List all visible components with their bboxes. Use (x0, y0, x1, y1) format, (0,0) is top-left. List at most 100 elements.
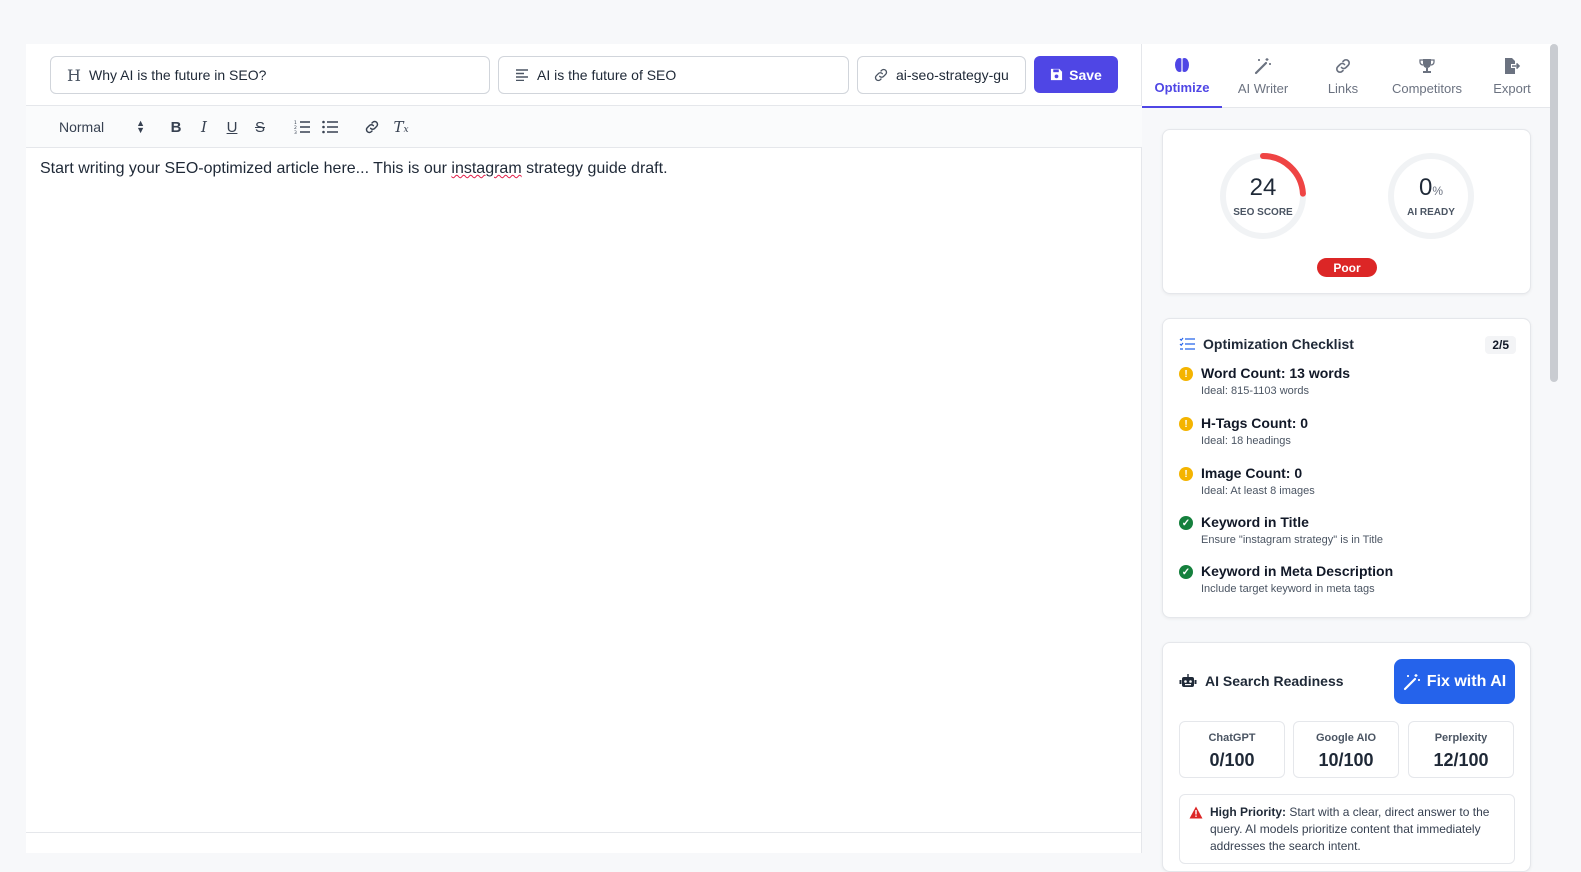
checklist-item: ! H-Tags Count: 0 Ideal: 18 headings (1179, 415, 1308, 447)
title-value: Why AI is the future in SEO? (89, 67, 267, 83)
seo-score-label: SEO SCORE (1233, 207, 1293, 218)
engine-score-google-aio: Google AIO 10/100 (1293, 721, 1399, 778)
link-icon (1336, 58, 1350, 73)
tab-optimize[interactable]: Optimize (1142, 44, 1222, 108)
svg-text:3: 3 (294, 130, 297, 134)
format-toolbar: Normal ▲ ▼ B I U S 123 Tx (26, 106, 1142, 148)
clear-format-icon: Tx (393, 118, 409, 136)
warning-icon: ! (1179, 467, 1193, 481)
engine-score: 10/100 (1318, 750, 1374, 770)
score-status-badge: Poor (1317, 258, 1377, 277)
robot-icon (1179, 674, 1197, 687)
tab-label: Optimize (1154, 79, 1210, 95)
checklist-item: ✓ Keyword in Meta Description Include tar… (1179, 563, 1393, 595)
tab-links[interactable]: Links (1304, 44, 1382, 108)
checklist-item-title: Keyword in Title (1201, 514, 1309, 530)
magic-wand-icon (1254, 57, 1271, 74)
heading-icon: H (67, 65, 81, 85)
ai-search-readiness-card: AI Search Readiness Fix with AI ChatGPT … (1162, 642, 1531, 872)
seo-side-panel: Optimize AI Writer Links Competitors Exp… (1142, 44, 1552, 872)
floppy-disk-icon (1051, 68, 1063, 81)
underline-button[interactable]: U (222, 106, 242, 148)
checklist-item-sub: Ideal: 18 headings (1201, 435, 1291, 447)
italic-button[interactable]: I (194, 106, 214, 148)
engine-score: 0/100 (1209, 750, 1255, 770)
check-circle-icon: ✓ (1179, 565, 1193, 579)
checklist-header: Optimization Checklist (1179, 336, 1354, 352)
engine-score-perplexity: Perplexity 12/100 (1408, 721, 1514, 778)
editor-pane: H Why AI is the future in SEO? AI is the… (26, 44, 1142, 853)
optimization-checklist-card: Optimization Checklist 2/5 ! Word Count:… (1162, 318, 1531, 618)
meta-description-field[interactable]: AI is the future of SEO (498, 56, 849, 94)
ordered-list-button[interactable]: 123 (292, 106, 312, 148)
ai-readiness-header: AI Search Readiness (1179, 673, 1344, 689)
tab-competitors[interactable]: Competitors (1382, 44, 1472, 108)
save-label: Save (1069, 66, 1102, 83)
bold-button[interactable]: B (166, 106, 186, 148)
slug-value: ai-seo-strategy-gu (896, 67, 1009, 83)
link-icon (872, 67, 890, 83)
editor-topbar: H Why AI is the future in SEO? AI is the… (26, 44, 1142, 106)
brain-icon (1175, 57, 1189, 72)
seo-score-ring: 24 SEO SCORE (1219, 152, 1307, 240)
high-priority-alert: High Priority: Start with a clear, direc… (1179, 794, 1515, 864)
alert-label: High Priority: (1210, 805, 1287, 819)
page-scrollbar[interactable] (1550, 44, 1558, 382)
underline-icon: U (226, 118, 238, 136)
meta-description-value: AI is the future of SEO (537, 67, 677, 83)
editor-bottom-divider (26, 832, 1142, 833)
checklist-item-sub: Include target keyword in meta tags (1201, 583, 1375, 595)
tab-label: Export (1493, 80, 1531, 96)
tab-label: Competitors (1391, 80, 1463, 96)
trophy-icon (1419, 58, 1435, 73)
editor-content[interactable]: Start writing your SEO-optimized article… (40, 160, 668, 178)
ai-ready-value: 0% (1418, 174, 1444, 201)
fix-with-ai-button[interactable]: Fix with AI (1394, 659, 1515, 704)
checklist-item: ! Image Count: 0 Ideal: At least 8 images (1179, 465, 1315, 497)
tab-ai-writer[interactable]: AI Writer (1222, 44, 1304, 108)
tab-export[interactable]: Export (1472, 44, 1552, 108)
checklist-item-title: H-Tags Count: 0 (1201, 415, 1309, 431)
fix-with-ai-label: Fix with AI (1426, 672, 1507, 690)
text-style-value: Normal (59, 119, 105, 135)
checklist-item-title: Word Count: 13 words (1201, 365, 1351, 381)
bold-icon: B (170, 118, 182, 136)
strike-button[interactable]: S (250, 106, 270, 148)
engine-name: ChatGPT (1208, 732, 1256, 744)
warning-triangle-icon (1189, 806, 1203, 819)
ai-readiness-title: AI Search Readiness (1205, 673, 1344, 689)
seo-score-value: 24 (1249, 174, 1277, 201)
tab-label: Links (1327, 80, 1359, 96)
checklist-item-title: Keyword in Meta Description (1201, 563, 1394, 579)
check-circle-icon: ✓ (1179, 516, 1193, 530)
insert-link-button[interactable] (362, 106, 382, 148)
save-button[interactable]: Save (1034, 56, 1118, 93)
ordered-list-icon: 123 (294, 120, 310, 134)
checklist-item: ✓ Keyword in Title Ensure "instagram stra… (1179, 514, 1383, 546)
checklist-count: 2/5 (1485, 336, 1516, 354)
checklist-item: ! Word Count: 13 words Ideal: 815-1103 wo… (1179, 365, 1350, 397)
content-text-start: Start writing your SEO-optimized article… (40, 160, 452, 177)
strikethrough-icon: S (254, 118, 265, 136)
app: H Why AI is the future in SEO? AI is the… (26, 44, 1567, 872)
title-field[interactable]: H Why AI is the future in SEO? (50, 56, 490, 94)
checklist-icon (1179, 337, 1195, 350)
misspelled-word: instagram (451, 160, 522, 177)
bullet-list-button[interactable] (320, 106, 340, 148)
checklist-title: Optimization Checklist (1203, 336, 1354, 352)
ai-ready-label: AI READY (1407, 207, 1455, 218)
clear-format-button[interactable]: Tx (390, 106, 412, 148)
content-text-end: strategy guide draft. (521, 160, 668, 177)
checklist-item-sub: Ideal: 815-1103 words (1201, 385, 1310, 397)
link-icon (365, 120, 379, 134)
text-style-select[interactable]: Normal ▲ ▼ (59, 106, 145, 148)
score-card: 24 SEO SCORE 0% AI READY Poor (1162, 129, 1531, 294)
align-left-icon (513, 69, 531, 81)
engine-score-chatgpt: ChatGPT 0/100 (1179, 721, 1285, 778)
checklist-item-title: Image Count: 0 (1201, 465, 1303, 481)
bullet-list-icon (322, 120, 338, 134)
select-arrows-icon: ▲ ▼ (136, 118, 145, 135)
engine-name: Google AIO (1315, 732, 1377, 744)
ai-ready-ring: 0% AI READY (1387, 152, 1475, 240)
slug-field[interactable]: ai-seo-strategy-gu (857, 56, 1026, 94)
